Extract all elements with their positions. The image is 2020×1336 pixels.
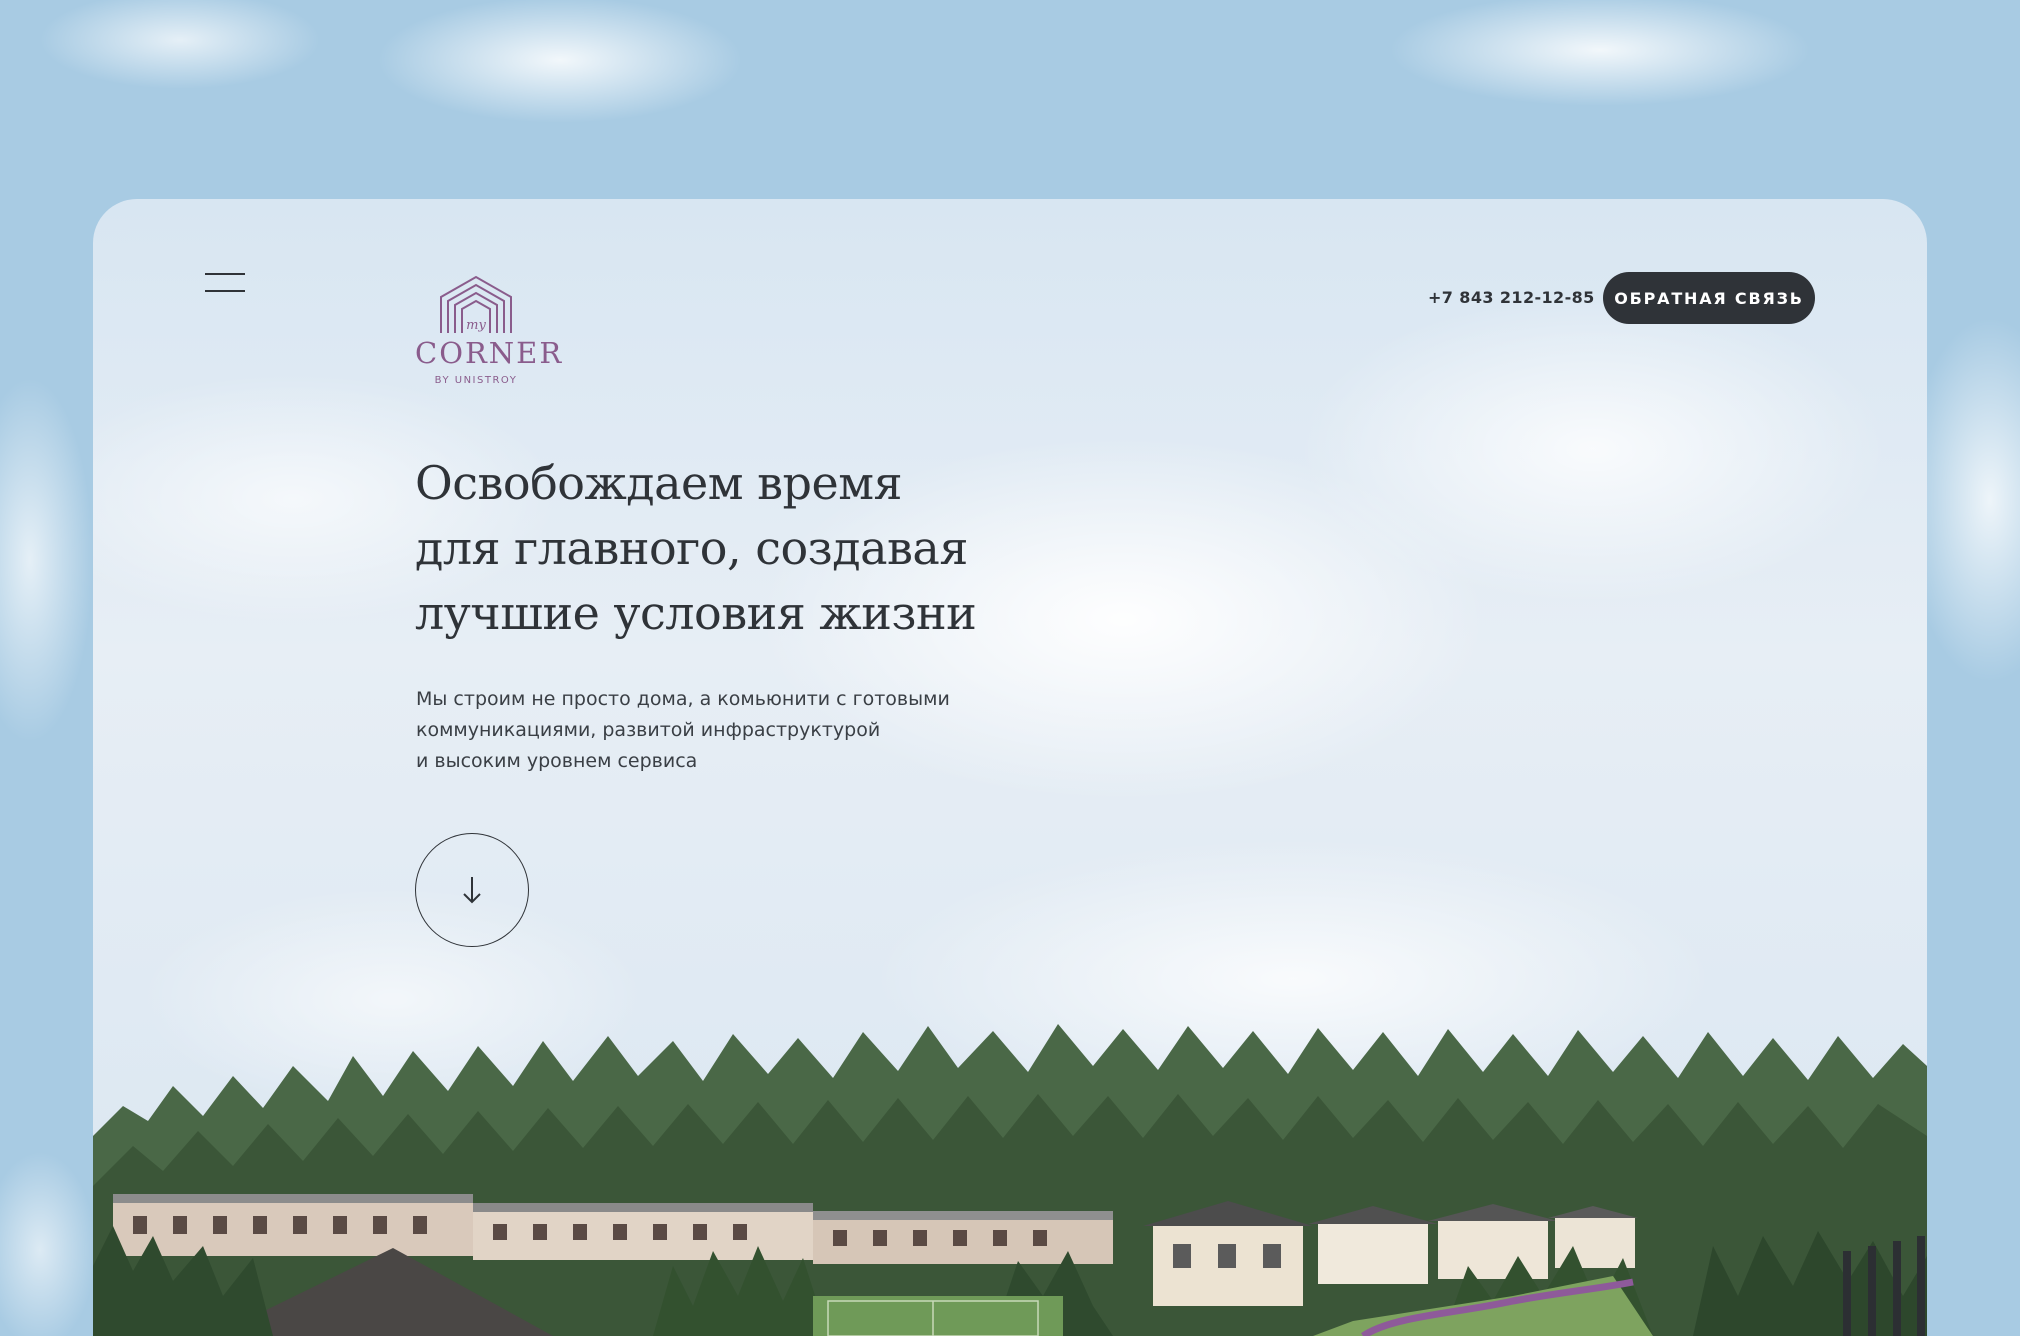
logo-wordmark: CORNER (415, 336, 564, 370)
headline-line: лучшие условия жизни (415, 586, 977, 640)
hero-card: my CORNER BY UNISTROY +7 843 212-12-85 О… (93, 199, 1927, 1336)
phone-link[interactable]: +7 843 212-12-85 (1428, 288, 1595, 307)
logo-house-icon: my (440, 275, 512, 333)
arrow-down-icon (463, 877, 481, 904)
feedback-button[interactable]: ОБРАТНАЯ СВЯЗЬ (1603, 272, 1815, 324)
hamburger-menu-icon[interactable] (205, 273, 245, 293)
hero-headline: Освобождаем время для главного, создавая… (415, 451, 1115, 646)
scroll-down-button[interactable] (415, 833, 529, 947)
description-line: и высоким уровнем сервиса (416, 750, 698, 772)
forest-houses-illustration (93, 1024, 1927, 1336)
hero-description: Мы строим не просто дома, а комьюнити с … (416, 684, 1036, 777)
logo[interactable]: my CORNER BY UNISTROY (415, 275, 564, 395)
headline-line: для главного, создавая (415, 521, 968, 575)
description-line: коммуникациями, развитой инфраструктурой (416, 719, 881, 741)
logo-script: my (466, 318, 486, 333)
headline-line: Освобождаем время (415, 456, 903, 510)
description-line: Мы строим не просто дома, а комьюнити с … (416, 688, 950, 710)
logo-byline: BY UNISTROY (434, 375, 518, 386)
